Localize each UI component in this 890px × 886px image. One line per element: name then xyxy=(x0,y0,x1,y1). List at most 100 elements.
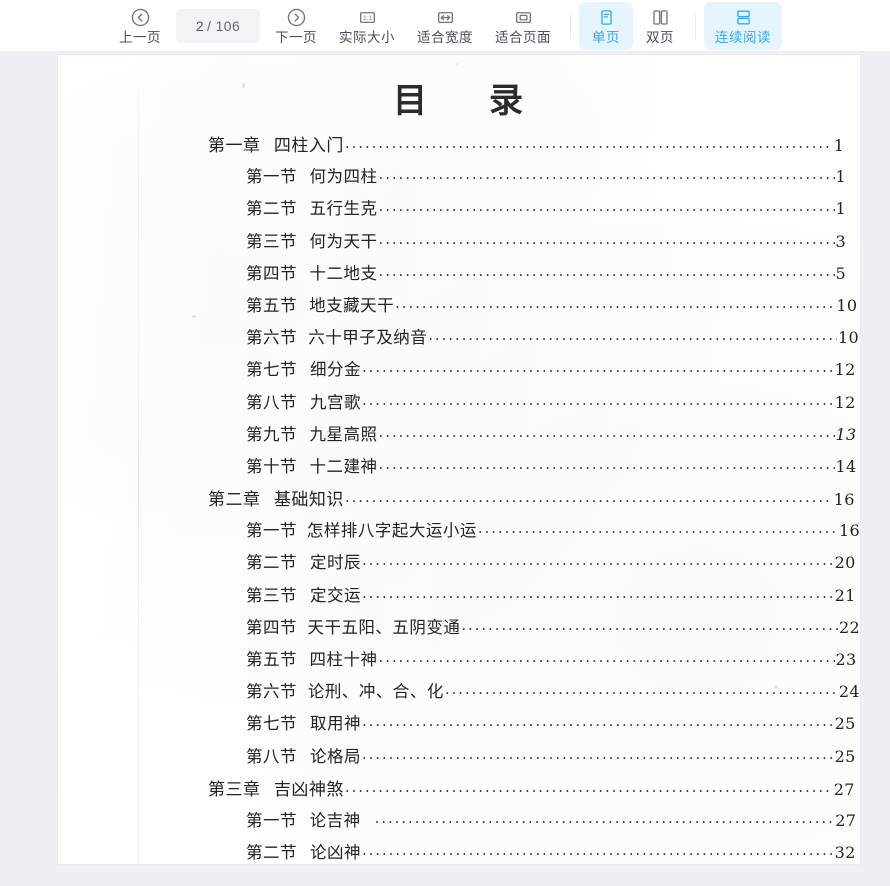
toc-entry[interactable]: 第五节 地支藏天干................................… xyxy=(58,292,860,324)
toc-dot-leader: ........................................… xyxy=(461,615,839,634)
current-page-value: 2 xyxy=(195,17,205,34)
toc-dot-leader: ........................................… xyxy=(378,197,835,216)
toc-entry-number: 第一节 xyxy=(246,521,297,541)
toc-entry-title: 基础知识 xyxy=(273,490,344,511)
toc-entry-number: 第三章 xyxy=(208,779,261,800)
toolbar-divider xyxy=(570,12,571,39)
toc-entry-title: 四柱十神 xyxy=(309,650,378,669)
toc-entry-page: 1 xyxy=(835,167,846,187)
toc-entry-page: 24 xyxy=(838,682,860,702)
toc-entry[interactable]: 第二章 基础知识.................................… xyxy=(58,485,860,517)
toc-entry-page: 16 xyxy=(833,490,855,510)
single-page-mode-label: 单页 xyxy=(592,30,620,45)
prev-page-button[interactable]: 上一页 xyxy=(108,2,172,50)
toc-entry-title: 论凶神 xyxy=(309,843,361,863)
toc-entry[interactable]: 第二节 论凶神..................................… xyxy=(58,839,860,871)
toc-entry-title: 定交运 xyxy=(309,585,361,605)
toc-entry-page: 20 xyxy=(834,553,856,573)
total-pages-label: / 106 xyxy=(207,17,241,34)
toc-entry[interactable]: 第八节 论格局..................................… xyxy=(58,743,860,775)
toc-dot-leader: ........................................… xyxy=(378,229,835,248)
toc-entry-title: 论格局 xyxy=(309,746,361,766)
chevron-left-circle-icon xyxy=(130,6,151,28)
page-title-left: 目 xyxy=(393,81,429,121)
toc-dot-leader: ........................................… xyxy=(395,293,836,312)
toc-entry-page: 12 xyxy=(834,360,856,380)
toc-dot-leader: ........................................… xyxy=(378,422,835,441)
toc-entry-title: 取用神 xyxy=(309,714,361,734)
toc-entry[interactable]: 第一节 何为四柱.................................… xyxy=(58,163,860,195)
toc-entry[interactable]: 第一节 论吉神..................................… xyxy=(58,807,860,839)
fit-page-button[interactable]: 适合页面 xyxy=(484,2,562,50)
toc-entry-title: 怎样排八字起大运小运 xyxy=(306,521,477,541)
toc-entry-title: 地支藏天干 xyxy=(309,295,395,315)
toc-entry[interactable]: 第七节 细分金..................................… xyxy=(58,356,860,388)
toc-entry-page: 23 xyxy=(835,650,857,669)
toc-dot-leader: ........................................… xyxy=(361,358,834,377)
double-page-mode-label: 双页 xyxy=(646,30,674,45)
double-page-icon xyxy=(650,6,671,28)
toc-entry[interactable]: 第三节 何为天干.................................… xyxy=(58,228,860,260)
toc-dot-leader: ........................................… xyxy=(444,680,838,699)
toc-entry-page: 25 xyxy=(834,746,856,766)
toc-entry-number: 第二章 xyxy=(208,490,261,511)
toc-entry-number: 第三节 xyxy=(246,231,297,251)
toc-entry-page: 27 xyxy=(833,779,855,799)
toc-entry[interactable]: 第三章 吉凶神煞.................................… xyxy=(58,775,860,807)
toc-entry[interactable]: 第八节 九宫歌..................................… xyxy=(58,389,860,421)
document-viewer[interactable]: 目录 第一章 四柱入门..............................… xyxy=(0,52,890,886)
toc-entry-page: 3 xyxy=(835,231,846,251)
toc-entry-page: 5 xyxy=(835,263,846,283)
toc-entry-number: 第九节 xyxy=(246,424,297,444)
fit-width-button[interactable]: 适合宽度 xyxy=(406,2,484,50)
svg-text:1:1: 1:1 xyxy=(363,14,372,21)
toc-entry-page: 13 xyxy=(835,424,857,444)
toc-entry-number: 第四节 xyxy=(246,617,297,637)
toc-entry[interactable]: 第九节 九星高照.................................… xyxy=(58,421,860,453)
toc-entry-title: 何为四柱 xyxy=(309,167,378,187)
toc-dot-leader: ........................................… xyxy=(361,744,834,763)
toc-dot-leader: ........................................… xyxy=(361,551,834,570)
toc-entry-number: 第一节 xyxy=(246,167,297,187)
toc-dot-leader: ........................................… xyxy=(428,326,837,345)
toc-dot-leader: ........................................… xyxy=(378,261,835,280)
single-page-icon xyxy=(596,6,617,28)
single-page-mode-button[interactable]: 单页 xyxy=(579,1,633,50)
toc-entry[interactable]: 第六节 论刑、冲、合、化.............................… xyxy=(58,678,860,710)
toc-entry[interactable]: 第十节 十二建神.................................… xyxy=(58,453,860,485)
actual-size-label: 实际大小 xyxy=(339,30,395,45)
toc-entry-title: 九宫歌 xyxy=(309,392,361,412)
toc-entry[interactable]: 第五节 四柱十神.................................… xyxy=(58,646,860,678)
toc-entry[interactable]: 第四节 天干五阳、五阴变通............................… xyxy=(58,614,860,646)
toc-entry-number: 第七节 xyxy=(246,714,297,734)
page-number-input[interactable]: 2 / 106 xyxy=(176,8,260,43)
toc-entry-title: 论刑、冲、合、化 xyxy=(307,682,444,702)
toc-dot-leader: ........................................… xyxy=(477,519,839,538)
toc-entry-page: 10 xyxy=(838,328,859,348)
next-page-button[interactable]: 下一页 xyxy=(264,2,328,50)
toc-entry[interactable]: 第一章 四柱入门.................................… xyxy=(58,131,860,163)
toc-entry-number: 第八节 xyxy=(246,746,297,766)
toc-entry[interactable]: 第二节 定时辰..................................… xyxy=(58,549,860,581)
fit-page-label: 适合页面 xyxy=(495,30,551,45)
toc-entry-title: 细分金 xyxy=(309,360,361,380)
toc-entry-page: 21 xyxy=(834,585,856,605)
toc-entry-page: 25 xyxy=(834,714,856,734)
toc-entry[interactable]: 第一节 怎样排八字起大运小运...........................… xyxy=(58,517,860,549)
double-page-mode-button[interactable]: 双页 xyxy=(633,2,687,50)
continuous-scroll-button[interactable]: 连续阅读 xyxy=(704,1,782,50)
toc-entry-number: 第十节 xyxy=(246,456,297,476)
toc-dot-leader: ........................................… xyxy=(344,134,833,152)
toc-entry-page: 1 xyxy=(833,136,845,155)
toc-dot-leader: ........................................… xyxy=(374,808,835,827)
actual-size-button[interactable]: 1:1 实际大小 xyxy=(328,2,406,50)
pdf-page: 目录 第一章 四柱入门..............................… xyxy=(58,55,860,864)
toc-entry[interactable]: 第七节 取用神..................................… xyxy=(58,710,860,742)
toc-entry-number: 第六节 xyxy=(246,328,297,348)
toc-entry[interactable]: 第四节 十二地支.................................… xyxy=(58,260,860,292)
toc-entry[interactable]: 第六节 六十甲子及纳音..............................… xyxy=(58,324,860,356)
chevron-right-circle-icon xyxy=(286,6,307,28)
toc-entry[interactable]: 第三节 定交运..................................… xyxy=(58,582,860,614)
toc-entry-title: 四柱入门 xyxy=(273,136,344,156)
toc-entry[interactable]: 第二节 五行生克.................................… xyxy=(58,195,860,227)
